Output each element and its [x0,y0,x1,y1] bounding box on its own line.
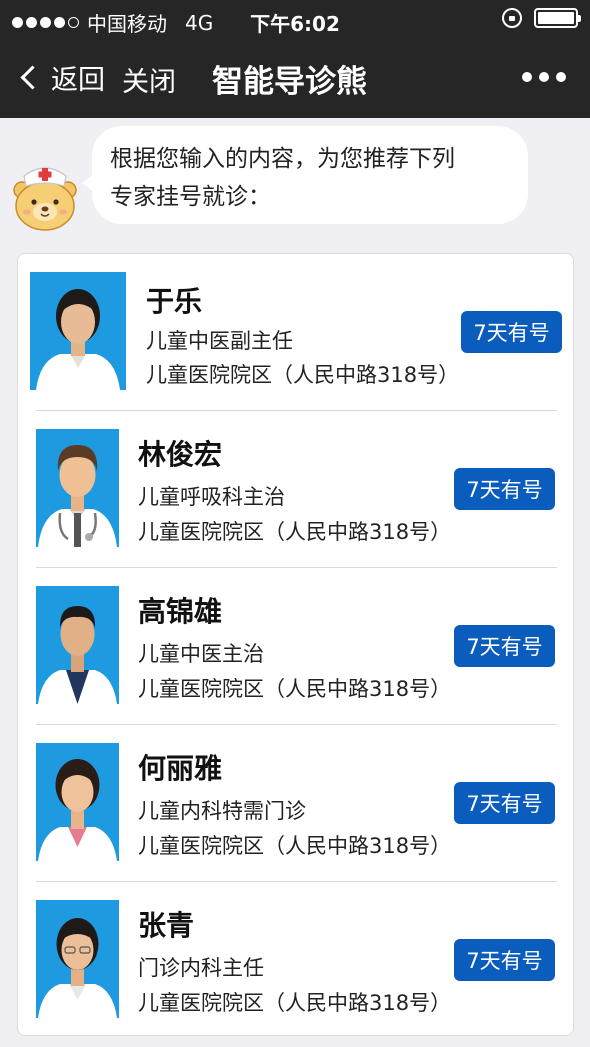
doctor-photo [30,272,126,390]
doctor-hospital: 儿童医院院区（人民中路318号） [138,834,452,858]
doctor-name: 于乐 [146,285,203,318]
doctor-name: 高锦雄 [138,595,223,628]
availability-badge[interactable]: 7天有号 [454,939,555,981]
doctor-title: 儿童中医主治 [138,642,264,666]
orientation-lock-icon [502,8,522,28]
doctor-title: 门诊内科主任 [138,956,264,980]
status-right [502,8,581,28]
doctor-name: 张青 [138,909,195,942]
doctor-hospital: 儿童医院院区（人民中路318号） [138,520,452,544]
availability-badge[interactable]: 7天有号 [454,625,555,667]
doctor-hospital: 儿童医院院区（人民中路318号） [146,363,460,387]
message-line-2: 专家挂号就诊： [110,184,271,210]
battery-icon [534,8,581,28]
back-label: 返回 [51,65,105,96]
doctor-photo [36,429,119,547]
doctor-photo [36,586,119,704]
availability-badge[interactable]: 7天有号 [461,311,562,353]
doctor-name: 林俊宏 [138,438,223,471]
bear-avatar [12,162,78,232]
chevron-left-icon [20,65,45,90]
bot-message-bubble: 根据您输入的内容，为您推荐下列 专家挂号就诊： [82,126,528,224]
doctor-title: 儿童中医副主任 [146,329,293,353]
doctor-item[interactable]: 何丽雅 儿童内科特需门诊 儿童医院院区（人民中路318号） 7天有号 [18,725,575,882]
message-line-1: 根据您输入的内容，为您推荐下列 [110,146,455,172]
doctor-item[interactable]: 高锦雄 儿童中医主治 儿童医院院区（人民中路318号） 7天有号 [18,568,575,725]
doctor-name: 何丽雅 [138,752,223,785]
more-icon[interactable] [522,72,566,82]
doctor-title: 儿童内科特需门诊 [138,799,306,823]
status-bar: 中国移动 4G 下午6:02 [0,0,590,38]
availability-badge[interactable]: 7天有号 [454,782,555,824]
back-button[interactable]: 返回 [16,58,105,97]
doctor-hospital: 儿童医院院区（人民中路318号） [138,677,452,701]
availability-badge[interactable]: 7天有号 [454,468,555,510]
doctor-hospital: 儿童医院院区（人民中路318号） [138,991,452,1015]
close-button[interactable]: 关闭 [122,60,176,99]
nav-bar: 返回 关闭 智能导诊熊 [0,38,590,118]
doctor-item[interactable]: 于乐 儿童中医副主任 儿童医院院区（人民中路318号） 7天有号 [18,254,575,411]
doctor-title: 儿童呼吸科主治 [138,485,285,509]
page-title: 智能导诊熊 [212,64,367,100]
doctor-photo [36,900,119,1018]
doctor-item[interactable]: 张青 门诊内科主任 儿童医院院区（人民中路318号） 7天有号 [18,882,575,1039]
doctor-list: 于乐 儿童中医副主任 儿童医院院区（人民中路318号） 7天有号 林俊宏 儿童呼… [17,253,574,1036]
doctor-photo [36,743,119,861]
doctor-item[interactable]: 林俊宏 儿童呼吸科主治 儿童医院院区（人民中路318号） 7天有号 [18,411,575,568]
